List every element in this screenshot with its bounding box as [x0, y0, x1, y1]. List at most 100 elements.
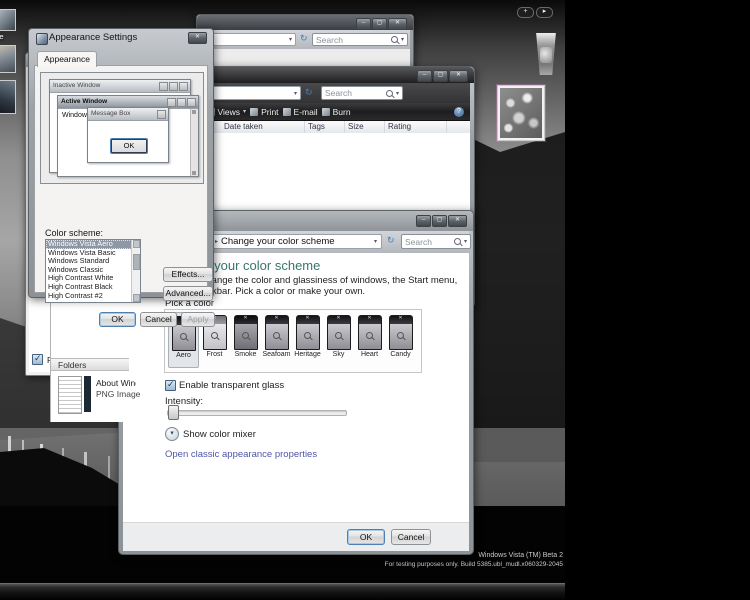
search-input[interactable]: Search ▾	[401, 234, 471, 249]
swatch-heart-icon	[357, 315, 382, 350]
address-breadcrumb[interactable]: ▾	[204, 33, 296, 46]
swatch-heart[interactable]: Heart	[354, 312, 385, 368]
desktop-icon-1[interactable]: Re	[0, 9, 16, 41]
cancel-button[interactable]: Cancel	[391, 529, 431, 545]
scheme-option[interactable]: High Contrast White	[46, 274, 132, 283]
swatch-seafoam[interactable]: Seafoam	[261, 312, 292, 368]
email-icon	[282, 107, 291, 116]
color-mixer-label[interactable]: Show color mixer	[183, 429, 256, 440]
dialog-footer: OK Cancel	[123, 522, 469, 551]
desktop-icon-1-image	[0, 9, 16, 31]
scheme-option[interactable]: Windows Vista Basic	[46, 249, 132, 258]
intensity-slider-track[interactable]	[167, 410, 347, 416]
swatch-heritage-icon	[295, 315, 320, 350]
folders-band[interactable]: Folders	[51, 358, 129, 371]
scheme-option[interactable]: High Contrast #2	[46, 292, 132, 301]
run-at-startup-checkbox[interactable]	[32, 353, 43, 365]
toolbar-print[interactable]: Print	[250, 107, 279, 117]
swatch-sky-icon	[326, 315, 351, 350]
recycle-bin-icon[interactable]	[533, 33, 559, 75]
breadcrumb-text: Change your color scheme	[221, 236, 335, 247]
print-icon	[250, 107, 259, 116]
close-button[interactable]: ✕	[448, 215, 467, 227]
preview-message-box: Message Box OK	[87, 107, 169, 163]
listbox-scrollbar[interactable]	[131, 240, 140, 302]
search-icon	[453, 238, 461, 245]
tab-appearance[interactable]: Appearance	[37, 51, 97, 67]
search-placeholder: Search	[325, 88, 352, 98]
preview-scrollbar	[190, 109, 198, 176]
chevron-down-icon[interactable]: ▾	[401, 36, 404, 43]
refresh-icon[interactable]: ↻	[387, 235, 395, 246]
maximize-button[interactable]: ▢	[372, 18, 387, 30]
dialog-icon	[36, 33, 48, 45]
intensity-slider-thumb[interactable]	[168, 405, 179, 420]
swatch-seafoam-icon	[264, 315, 289, 350]
swatch-sky[interactable]: Sky	[323, 312, 354, 368]
scheme-option[interactable]: Windows Classic	[46, 266, 132, 275]
chevron-down-icon[interactable]: ▾	[464, 238, 467, 245]
desktop-icon-2[interactable]	[0, 45, 16, 73]
classic-appearance-link[interactable]: Open classic appearance properties	[165, 449, 317, 460]
file-name: About Windows	[96, 378, 136, 388]
dialog-title: Appearance Settings	[49, 32, 138, 43]
maximize-button[interactable]: ▢	[433, 70, 448, 82]
minimize-button[interactable]: –	[416, 215, 431, 227]
cancel-button[interactable]: Cancel	[140, 312, 177, 327]
photo-thumbnail-image	[500, 88, 542, 138]
toolbar-email[interactable]: E-mail	[282, 107, 318, 117]
ok-button[interactable]: OK	[99, 312, 136, 327]
swatch-smoke-icon	[233, 315, 258, 350]
appearance-settings-dialog: Appearance Settings ✕ Appearance Inactiv…	[28, 28, 215, 327]
scheme-option[interactable]: High Contrast Black	[46, 283, 132, 292]
file-type: PNG Image	[96, 389, 141, 399]
burn-icon	[321, 107, 330, 116]
swatch-candy[interactable]: Candy	[385, 312, 416, 368]
transparent-glass-label: Enable transparent glass	[179, 380, 285, 391]
search-placeholder: Search	[316, 34, 343, 45]
sidebar-controls: + ▸	[517, 7, 553, 18]
apply-button[interactable]: Apply	[181, 312, 215, 327]
swatch-smoke[interactable]: Smoke	[230, 312, 261, 368]
refresh-icon[interactable]: ↻	[300, 33, 308, 44]
explorer-back-window: – ▢ ✕ ▾ ↻ Search ▾	[196, 14, 414, 72]
desktop-icon-3[interactable]	[0, 80, 16, 114]
color-scheme-label: Color scheme:	[45, 228, 104, 238]
effects-button[interactable]: Effects...	[163, 267, 213, 282]
search-input[interactable]: Search ▾	[312, 33, 408, 46]
swatch-heritage[interactable]: Heritage	[292, 312, 323, 368]
search-input[interactable]: Search ▾	[321, 86, 403, 100]
sidebar-add-gadget-button[interactable]: +	[517, 7, 534, 18]
advanced-button[interactable]: Advanced...	[163, 286, 213, 301]
taskbar: Welcome Center test Change your color s.…	[0, 583, 565, 600]
chevron-down-icon[interactable]: ▾	[294, 90, 297, 97]
column-tags[interactable]: Tags	[305, 121, 345, 133]
color-scheme-listbox[interactable]: Windows Vista Aero Windows Vista Basic W…	[45, 239, 141, 303]
color-mixer-expander-icon[interactable]: ▾	[165, 427, 179, 441]
desktop-icon-1-label: Re	[0, 32, 4, 41]
close-button[interactable]: ✕	[388, 18, 407, 30]
scheme-option[interactable]: Windows Standard	[46, 257, 132, 266]
watermark-line2: For testing purposes only. Build 5385.ub…	[384, 561, 563, 568]
photo-thumbnail[interactable]	[496, 84, 546, 142]
transparent-glass-checkbox[interactable]	[165, 379, 176, 391]
breadcrumb-chevron-icon: ▸	[215, 239, 219, 245]
refresh-icon[interactable]: ↻	[305, 87, 313, 98]
chevron-down-icon[interactable]: ▾	[289, 36, 292, 43]
chevron-down-icon[interactable]: ▾	[374, 238, 377, 245]
help-icon[interactable]: ?	[454, 106, 464, 117]
close-button[interactable]: ✕	[188, 32, 207, 44]
minimize-button[interactable]: –	[356, 18, 371, 30]
column-rating[interactable]: Rating	[385, 121, 447, 133]
chevron-down-icon[interactable]: ▾	[396, 90, 399, 97]
column-date-taken[interactable]: Date taken	[221, 121, 305, 133]
column-size[interactable]: Size	[345, 121, 385, 133]
close-button[interactable]: ✕	[449, 70, 468, 82]
scheme-option[interactable]: Windows Vista Aero	[46, 240, 132, 249]
sidebar-next-button[interactable]: ▸	[536, 7, 553, 18]
maximize-button[interactable]: ▢	[432, 215, 447, 227]
toolbar-burn[interactable]: Burn	[321, 107, 351, 117]
ok-button[interactable]: OK	[347, 529, 385, 545]
swatch-candy-icon	[388, 315, 413, 350]
minimize-button[interactable]: –	[417, 70, 432, 82]
